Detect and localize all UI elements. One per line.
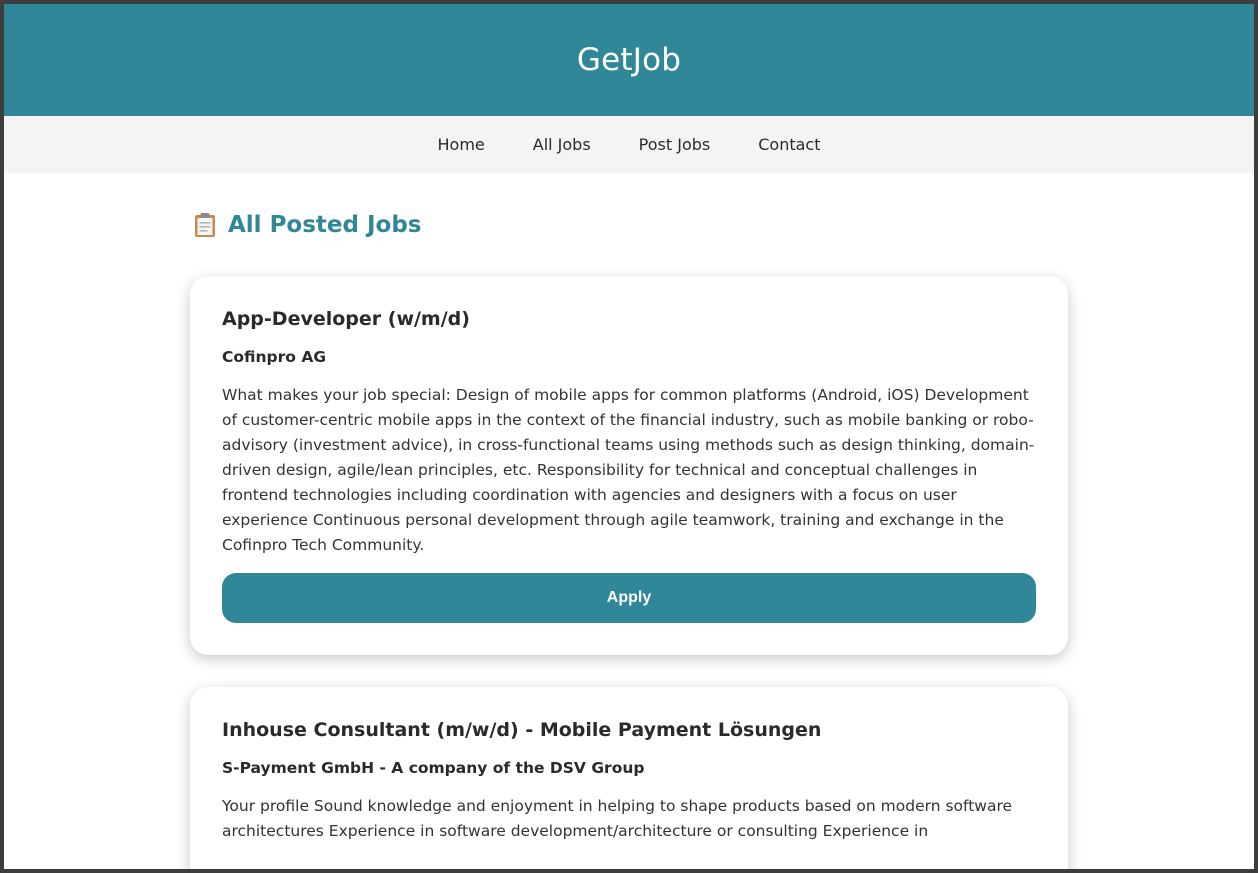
- main-nav: Home All Jobs Post Jobs Contact: [4, 116, 1254, 173]
- section-heading: All Posted Jobs: [194, 207, 1068, 243]
- clipboard-icon: [194, 212, 216, 238]
- page-frame: GetJob Home All Jobs Post Jobs Contact A…: [4, 4, 1254, 869]
- apply-button[interactable]: Apply: [222, 573, 1036, 623]
- job-description: What makes your job special: Design of m…: [222, 386, 1035, 554]
- main-content: All Posted Jobs App-Developer (w/m/d) Co…: [190, 173, 1068, 869]
- job-card: App-Developer (w/m/d) Cofinpro AG What m…: [190, 276, 1068, 655]
- nav-item-contact[interactable]: Contact: [734, 135, 844, 154]
- job-title: App-Developer (w/m/d): [222, 308, 470, 330]
- nav-item-all-jobs[interactable]: All Jobs: [509, 135, 615, 154]
- nav-item-post-jobs[interactable]: Post Jobs: [615, 135, 735, 154]
- job-company: S-Payment GmbH - A company of the DSV Gr…: [222, 759, 645, 777]
- job-card: Inhouse Consultant (m/w/d) - Mobile Paym…: [190, 687, 1068, 869]
- nav-item-home[interactable]: Home: [414, 135, 509, 154]
- job-title: Inhouse Consultant (m/w/d) - Mobile Paym…: [222, 719, 822, 741]
- page-title: All Posted Jobs: [228, 212, 422, 238]
- job-description: Your profile Sound knowledge and enjoyme…: [222, 797, 1013, 840]
- job-company: Cofinpro AG: [222, 348, 327, 366]
- site-title: GetJob: [576, 42, 682, 78]
- site-header: GetJob: [4, 4, 1254, 116]
